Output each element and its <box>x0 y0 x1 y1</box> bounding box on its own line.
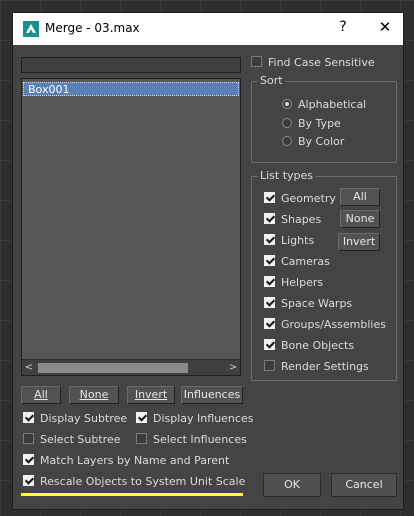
checkbox-unchecked-icon <box>136 433 147 444</box>
list-type-helpers[interactable]: Helpers <box>264 275 323 291</box>
scroll-right-icon[interactable]: > <box>226 361 240 375</box>
help-button[interactable]: ? <box>335 19 351 35</box>
influences-button[interactable]: Influences <box>181 386 243 404</box>
find-case-sensitive-checkbox[interactable]: Find Case Sensitive <box>251 55 375 71</box>
list-type-space-warps[interactable]: Space Warps <box>264 296 352 312</box>
highlight-underline <box>21 493 243 496</box>
horizontal-scrollbar[interactable]: < > <box>22 359 240 375</box>
list-type-groups-assemblies[interactable]: Groups/Assemblies <box>264 317 386 333</box>
checkbox-checked-icon <box>264 276 275 287</box>
sort-alphabetical-radio[interactable]: Alphabetical <box>282 97 366 113</box>
checkbox-checked-icon <box>23 475 34 486</box>
list-types-group: List types Geometry Shapes Lights Camera… <box>251 169 397 381</box>
scroll-left-icon[interactable]: < <box>22 361 36 375</box>
list-types-title: List types <box>258 169 316 182</box>
checkbox-checked-icon <box>23 454 34 465</box>
3dsmax-app-icon <box>23 21 39 37</box>
display-influences-checkbox[interactable]: Display Influences <box>136 411 253 427</box>
checkbox-checked-icon <box>264 192 275 203</box>
checkbox-unchecked-icon <box>264 360 275 371</box>
scrollbar-thumb[interactable] <box>38 363 188 373</box>
radio-unselected-icon <box>282 136 292 146</box>
sort-by-type-radio[interactable]: By Type <box>282 116 341 132</box>
checkbox-checked-icon <box>264 255 275 266</box>
merge-dialog: Merge - 03.max ? ✕ Box001 < > All None I… <box>12 12 404 510</box>
object-filter-field[interactable] <box>21 57 241 73</box>
checkbox-unchecked-icon <box>23 433 34 444</box>
list-types-none-button[interactable]: None <box>340 210 380 228</box>
object-list[interactable]: Box001 < > <box>21 78 241 376</box>
list-type-geometry[interactable]: Geometry <box>264 191 336 207</box>
select-invert-button[interactable]: Invert <box>127 386 175 404</box>
radio-selected-icon <box>282 99 292 109</box>
list-types-all-button[interactable]: All <box>340 188 380 206</box>
sort-group-title: Sort <box>258 74 285 87</box>
cancel-button[interactable]: Cancel <box>331 473 397 497</box>
checkbox-checked-icon <box>264 339 275 350</box>
select-subtree-checkbox[interactable]: Select Subtree <box>23 432 121 448</box>
match-layers-checkbox[interactable]: Match Layers by Name and Parent <box>23 453 229 469</box>
radio-unselected-icon <box>282 118 292 128</box>
select-all-button[interactable]: All <box>21 386 61 404</box>
select-influences-checkbox[interactable]: Select Influences <box>136 432 247 448</box>
select-none-button[interactable]: None <box>69 386 119 404</box>
checkbox-checked-icon <box>264 213 275 224</box>
display-subtree-checkbox[interactable]: Display Subtree <box>23 411 127 427</box>
rescale-objects-checkbox[interactable]: Rescale Objects to System Unit Scale <box>23 474 245 490</box>
checkbox-checked-icon <box>264 234 275 245</box>
window-title: Merge - 03.max <box>45 21 140 35</box>
checkbox-checked-icon <box>264 318 275 329</box>
list-type-lights[interactable]: Lights <box>264 233 314 249</box>
title-bar: Merge - 03.max ? ✕ <box>13 13 403 45</box>
checkbox-unchecked-icon <box>251 56 262 67</box>
ok-button[interactable]: OK <box>263 473 321 497</box>
list-type-bone-objects[interactable]: Bone Objects <box>264 338 354 354</box>
close-button[interactable]: ✕ <box>377 18 393 36</box>
list-type-render-settings[interactable]: Render Settings <box>264 359 369 375</box>
list-type-cameras[interactable]: Cameras <box>264 254 330 270</box>
list-types-invert-button[interactable]: Invert <box>338 233 380 251</box>
checkbox-checked-icon <box>23 412 34 423</box>
checkbox-checked-icon <box>264 297 275 308</box>
sort-group: Sort Alphabetical By Type By Color <box>251 74 397 163</box>
list-type-shapes[interactable]: Shapes <box>264 212 321 228</box>
list-item[interactable]: Box001 <box>23 82 239 96</box>
sort-by-color-radio[interactable]: By Color <box>282 134 344 150</box>
checkbox-checked-icon <box>136 412 147 423</box>
